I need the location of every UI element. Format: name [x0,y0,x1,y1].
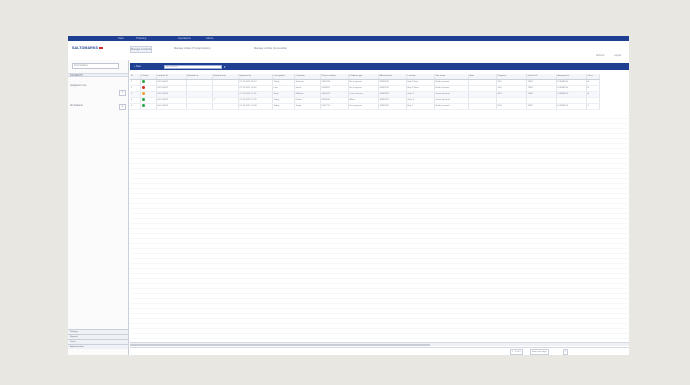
sidebar-header: INCIDENTS [68,73,128,77]
table-cell: DISPATCH [556,103,587,111]
table-cell: Bay 1 [406,103,435,111]
grid-toolbar: + New All incidents ▾ [130,63,629,70]
status-dot-icon [141,86,145,90]
main-panel: + New All incidents ▾ ID Priority Incide… [130,60,629,355]
table-cell: 5557711 [320,103,349,111]
page-number[interactable]: 1 [563,349,569,355]
brand-logo: SALTOMARKS [72,46,104,51]
logo-mark-icon [99,47,104,50]
page-info: 1 - 5 of 5 [510,349,523,355]
status-dot-icon [141,92,145,96]
sidebar-count-assigned: 2 [119,90,126,96]
tab-manage-vehicle[interactable]: Manage vehicle (Accessible) [254,46,287,51]
table-cell [212,103,239,111]
table-cell: C [586,103,600,111]
horizontal-scrollbar[interactable] [130,342,629,346]
menu-operations[interactable]: Operations [178,36,191,41]
table-cell: 07.10.2021 13:48 [238,103,273,111]
sidebar-item-assigned[interactable]: Assigned to me [70,84,86,88]
table-cell: North terminal [434,103,469,111]
filter-input[interactable]: All incidents [164,64,222,69]
status-cell [140,103,157,111]
refresh-link[interactable]: Refresh [596,54,604,58]
menu-start[interactable]: Start [118,36,123,41]
grid-empty-area [130,114,629,340]
table-cell: STATION [378,103,407,111]
table-cell: Today [272,103,295,111]
filter-dropdown-icon[interactable]: ▾ [224,65,226,69]
sidebar-count-all: 5 [119,104,126,110]
status-dot-icon [141,104,145,108]
sidebar-item-all[interactable]: All incidents [70,104,83,108]
new-incident-button[interactable]: + New [134,65,141,69]
status-dot-icon [141,80,145,83]
table-row[interactable]: 5 INC-00025 07.10.2021 13:48 Today Taylor 555… [130,103,600,111]
page-size-select[interactable]: Items per page [530,349,549,355]
sidebar-search-input[interactable]: Find incident [72,63,119,69]
table-cell: INC-00025 [156,103,187,111]
logout-link[interactable]: Logout [614,54,621,58]
status-bar: 1 - 5 of 5 Items per page 1 [130,347,629,355]
tab-manage-tickets[interactable]: Manage tickets (Transportation) [174,46,211,51]
table-cell: 90% [496,103,527,111]
sidebar-tab-reports[interactable]: Reports [68,334,128,339]
table-cell [468,103,497,111]
table-cell: No response [348,103,379,111]
app-window: Start Ticketing Operations Admin SALTOMA… [68,36,629,355]
status-dot-icon [141,98,145,102]
sidebar: Find incident INCIDENTS Assigned to me 2… [68,60,129,355]
table-cell: 5 [130,103,141,111]
menu-admin[interactable]: Admin [206,36,213,41]
sidebar-tab-administration[interactable]: Administration [68,344,128,349]
top-menu-bar: Start Ticketing Operations Admin [68,36,629,41]
scrollbar-thumb[interactable] [130,343,430,346]
table-cell: Taylor [294,103,321,111]
table-cell [186,103,213,111]
sidebar-tab-settings[interactable]: Settings [68,329,128,334]
menu-ticketing[interactable]: Ticketing [136,36,146,41]
tab-manage-incidents[interactable]: Manage incidents [130,46,153,53]
table-cell: TR07 [526,103,557,111]
incident-grid: ID Priority Incident ID Related inc. Rel… [130,74,600,111]
sidebar-tab-users[interactable]: Users [68,339,128,344]
